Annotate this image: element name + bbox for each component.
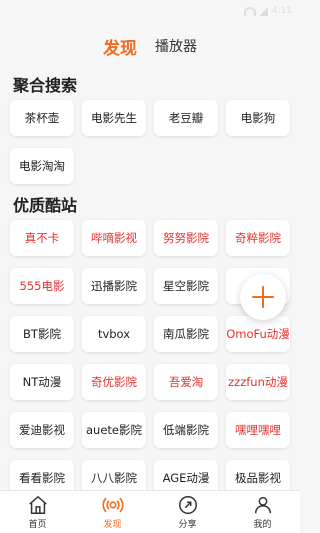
site-chip[interactable]: BT影院 (10, 316, 74, 352)
site-chip[interactable]: 星空影院 (154, 268, 218, 304)
broadcast-icon (101, 497, 124, 513)
aggregate-grid: 茶杯壶 电影先生 老豆瓣 电影狗电影淘淘 (10, 100, 292, 184)
site-chip[interactable]: 低端影院 (154, 412, 218, 448)
site-chip[interactable]: 奇粹影院 (226, 220, 290, 256)
bottom-nav: 首页 发现 分享 我的 (0, 490, 300, 533)
site-chip[interactable]: 电影淘淘 (10, 148, 74, 184)
wifi-icon (243, 6, 256, 16)
tab-discover[interactable]: 发现 (103, 34, 137, 59)
site-chip[interactable]: 迅播影院 (82, 268, 146, 304)
top-tabs: 发现 播放器 (0, 34, 300, 59)
site-chip[interactable]: 奇优影院 (82, 364, 146, 400)
nav-label-home: 首页 (28, 520, 47, 530)
site-chip[interactable]: NT动漫 (10, 364, 74, 400)
site-chip[interactable]: 努努影院 (154, 220, 218, 256)
site-chip[interactable]: 真不卡 (10, 220, 74, 256)
add-fab-button[interactable] (240, 274, 286, 320)
status-time: 4:11 (271, 6, 292, 16)
site-chip[interactable]: 南瓜影院 (154, 316, 218, 352)
nav-label-discover: 发现 (103, 520, 122, 530)
home-icon (28, 496, 47, 514)
signal-icon (259, 6, 268, 16)
site-chip[interactable]: 老豆瓣 (154, 100, 218, 136)
nav-item-share[interactable]: 分享 (150, 491, 225, 533)
site-chip[interactable]: 茶杯壶 (10, 100, 74, 136)
site-chip[interactable]: 555电影 (10, 268, 74, 304)
site-chip[interactable]: tvbox (82, 316, 146, 352)
status-indicators: 4:11 (243, 6, 292, 16)
nav-label-share: 分享 (178, 520, 197, 530)
site-chip[interactable]: 电影狗 (226, 100, 290, 136)
site-chip[interactable]: OmoFu动漫 (226, 316, 290, 352)
tab-player[interactable]: 播放器 (155, 36, 197, 56)
site-chip[interactable]: zzzfun动漫 (226, 364, 290, 400)
site-chip[interactable]: auete影院 (82, 412, 146, 448)
site-chip[interactable]: 吾爱淘 (154, 364, 218, 400)
quality-grid: 真不卡哔嘀影视努努影院奇粹影院555电影迅播影院星空影院TVBT影院tvbox南… (10, 220, 292, 496)
share-icon (178, 496, 197, 514)
nav-item-discover[interactable]: 发现 (75, 491, 150, 533)
person-icon (254, 496, 271, 514)
site-chip[interactable]: 哔嘀影视 (82, 220, 146, 256)
plus-icon (252, 286, 274, 308)
section-title-aggregate: 聚合搜索 (13, 76, 78, 95)
section-title-quality: 优质酷站 (13, 196, 78, 215)
site-chip[interactable]: 爱迪影视 (10, 412, 74, 448)
nav-item-home[interactable]: 首页 (0, 491, 75, 533)
nav-item-mine[interactable]: 我的 (225, 491, 300, 533)
nav-label-mine: 我的 (253, 520, 272, 530)
site-chip[interactable]: 嘿哩嘿哩 (226, 412, 290, 448)
status-bar: 4:11 (0, 0, 300, 22)
site-chip[interactable]: 电影先生 (82, 100, 146, 136)
